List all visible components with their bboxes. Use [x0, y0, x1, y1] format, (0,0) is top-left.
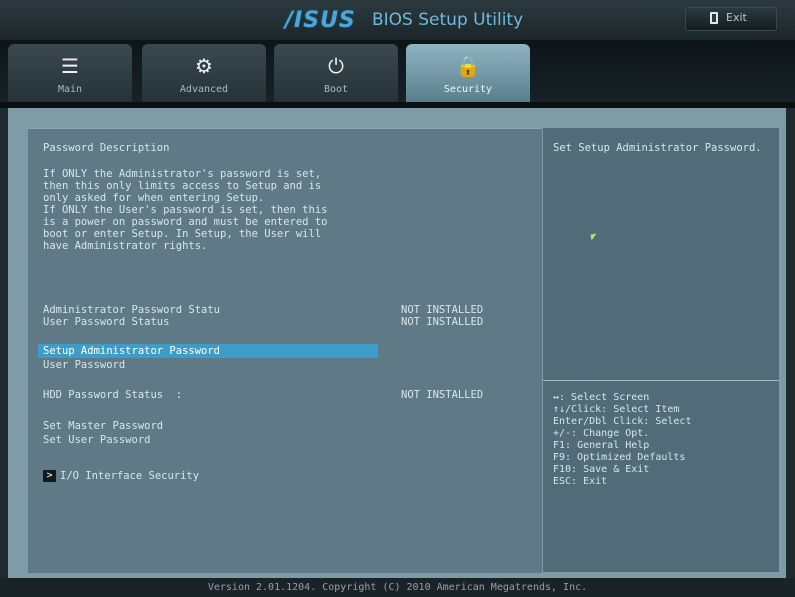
description-line: have Administrator rights. — [43, 240, 208, 252]
setup-admin-password-item[interactable]: Setup Administrator Password — [43, 345, 220, 357]
title-bar: /ISUS BIOS Setup Utility Exit — [0, 0, 795, 40]
help-text: Set Setup Administrator Password. — [553, 142, 762, 154]
key-hint: ESC: Exit — [553, 476, 608, 487]
key-hint: ↔: Select Screen — [553, 392, 650, 403]
description-line: If ONLY the User's password is set, then… — [43, 204, 328, 216]
tab-label: Security — [443, 84, 493, 95]
description-line: then this only limits access to Setup an… — [43, 180, 322, 192]
description-line: boot or enter Setup. In Setup, the User … — [43, 228, 322, 240]
admin-password-status-label: Administrator Password Statu — [43, 304, 221, 316]
hdd-password-status-label: HDD Password Status : — [43, 389, 183, 401]
tab-label: Main — [57, 84, 83, 95]
key-hint: F9: Optimized Defaults — [553, 452, 686, 463]
mouse-cursor-icon — [590, 233, 598, 241]
tab-label: Boot — [323, 84, 349, 95]
user-password-item[interactable]: User Password — [43, 359, 125, 371]
user-password-status-label: User Password Status — [43, 316, 170, 328]
admin-password-status-value: NOT INSTALLED — [401, 304, 484, 316]
submenu-arrow-icon: > — [43, 470, 56, 482]
set-master-password-item[interactable]: Set Master Password — [43, 420, 163, 432]
tab-advanced[interactable]: ⚙ Advanced — [142, 44, 266, 102]
advanced-icon: ⚙ — [195, 54, 213, 78]
lock-icon: 🔒 — [455, 54, 481, 78]
asus-logo: /ISUS — [285, 8, 356, 33]
help-panel — [543, 128, 779, 572]
key-hint: F1: General Help — [553, 440, 650, 451]
description-line: is a power on password and must be enter… — [43, 216, 328, 228]
description-line: If ONLY the Administrator's password is … — [43, 168, 322, 180]
set-user-password-item[interactable]: Set User Password — [43, 434, 150, 446]
footer: Version 2.01.1204. Copyright (C) 2010 Am… — [0, 578, 795, 597]
tab-boot[interactable]: ⏻ Boot — [274, 44, 398, 102]
exit-button[interactable]: Exit — [685, 7, 777, 31]
key-hint: Enter/Dbl Click: Select — [553, 416, 692, 427]
list-icon: ☰ — [61, 54, 79, 78]
exit-label: Exit — [726, 11, 747, 24]
help-divider — [543, 380, 779, 381]
user-password-status-value: NOT INSTALLED — [401, 316, 484, 328]
key-hint: F10: Save & Exit — [553, 464, 650, 475]
section-title: Password Description — [43, 142, 170, 154]
exit-door-icon — [710, 12, 718, 24]
hdd-password-status-value: NOT INSTALLED — [401, 389, 484, 401]
power-icon: ⏻ — [328, 54, 344, 78]
version-text: Version 2.01.1204. Copyright (C) 2010 Am… — [207, 582, 588, 593]
tab-label: Advanced — [179, 84, 229, 95]
description-line: only asked for when entering Setup. — [43, 192, 265, 204]
key-hint: ↑↓/Click: Select Item — [553, 404, 680, 415]
app-title: BIOS Setup Utility — [372, 10, 524, 30]
tab-main[interactable]: ☰ Main — [8, 44, 132, 102]
tab-security[interactable]: 🔒 Security — [406, 44, 530, 102]
key-hint: +/-: Change Opt. — [553, 428, 650, 439]
io-interface-security-item[interactable]: I/O Interface Security — [60, 470, 199, 482]
